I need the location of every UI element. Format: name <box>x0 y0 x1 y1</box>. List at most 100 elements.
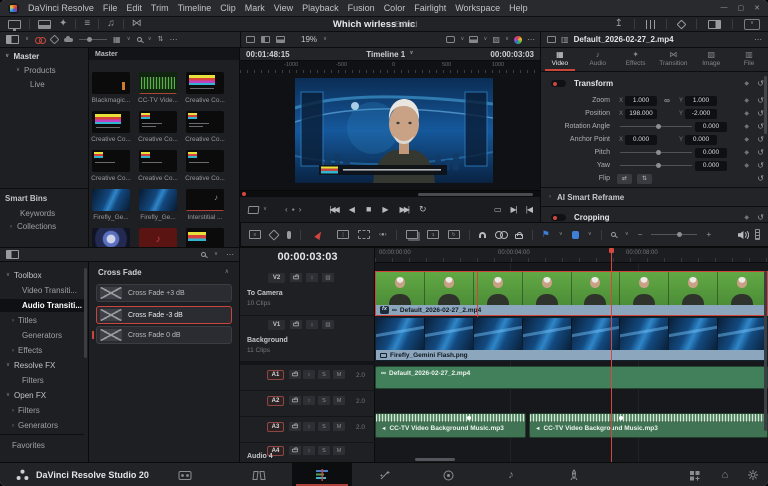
effects-options-icon[interactable]: ⋯ <box>226 250 234 259</box>
page-deliver-button[interactable] <box>561 466 587 484</box>
safe-area-caret-icon[interactable]: ∨ <box>460 36 464 43</box>
track-badge-a3[interactable]: A3 <box>267 422 284 432</box>
media-clip-thumbnail[interactable] <box>139 111 177 133</box>
timeline-clip-a3-1[interactable]: ◄ CC-TV Video Background Music.mp3 <box>375 413 526 438</box>
viewer-zoom-level[interactable]: 19% <box>301 35 317 44</box>
search-caret-icon[interactable]: ∨ <box>148 36 152 43</box>
track-name-v2[interactable]: To Camera <box>247 290 283 297</box>
flip-horizontal-button[interactable]: ⇄ <box>617 173 632 184</box>
viewer-zoom-scrollbar[interactable] <box>418 193 533 196</box>
zoom-out-icon[interactable]: − <box>638 230 643 239</box>
zoom-x-input[interactable]: 1.000 <box>625 95 657 106</box>
transform-section-title[interactable]: Transform <box>574 79 613 88</box>
track-solo-button[interactable]: S <box>318 446 330 455</box>
media-clip-thumbnail[interactable] <box>92 189 130 211</box>
marker-icon[interactable] <box>571 230 579 239</box>
jog-right-icon[interactable]: › <box>299 205 302 214</box>
reset-icon[interactable]: ↺ <box>757 174 764 183</box>
volume-keyframe-dot[interactable] <box>619 416 623 420</box>
track-badge-a2[interactable]: A2 <box>267 396 284 406</box>
fx-tree-resolve-filters[interactable]: Filters <box>22 374 44 387</box>
fx-tree-video-transitions[interactable]: Video Transiti... <box>22 284 77 297</box>
media-clip-thumbnail[interactable] <box>186 111 224 133</box>
volume-keyframe-dot[interactable] <box>467 416 471 420</box>
timeline-content[interactable]: 00:00:00:00 00:00:04:00 00:00:08:00 fx ∞ <box>375 248 768 462</box>
anchor-y-input[interactable]: 0.000 <box>685 134 717 145</box>
goto-in-icon[interactable]: |◀ <box>526 205 533 214</box>
tab-transition[interactable]: ⋈ Transition <box>654 48 692 71</box>
gang-caret-icon[interactable]: ∨ <box>263 206 267 213</box>
track-solo-button[interactable]: S <box>318 422 330 431</box>
rotation-slider[interactable] <box>620 124 692 129</box>
page-media-button[interactable] <box>172 466 198 484</box>
media-pool-options-icon[interactable]: ⋯ <box>170 35 178 44</box>
media-clip-thumbnail[interactable] <box>92 111 130 133</box>
step-back-button[interactable]: ◀ <box>349 205 355 214</box>
edit-index-icon[interactable]: ≡ <box>84 19 90 29</box>
quick-export-icon[interactable]: ↥ <box>615 19 623 29</box>
relink-media-icon[interactable] <box>35 36 47 44</box>
fx-tree-scrollbar[interactable] <box>84 268 87 358</box>
timeline-h-scrollbar[interactable] <box>415 458 455 461</box>
zoom-tool-caret-icon[interactable]: ∨ <box>625 231 629 238</box>
grid-view-icon[interactable]: ▦ <box>113 35 121 44</box>
home-icon[interactable]: ⌂ <box>712 466 738 484</box>
media-pool-panel-toggle-icon[interactable] <box>6 35 19 44</box>
position-x-input[interactable]: 198.000 <box>625 108 657 119</box>
sort-icon[interactable]: ⇅ <box>158 36 164 43</box>
menu-timeline[interactable]: Timeline <box>178 3 212 13</box>
fx-tree-openfx-generators[interactable]: › Generators <box>12 419 58 432</box>
media-clip-thumbnail[interactable] <box>186 150 224 172</box>
track-enable-icon[interactable]: ▥ <box>322 320 334 329</box>
transform-enable-toggle[interactable] <box>551 80 566 87</box>
track-enable-icon[interactable]: ▥ <box>322 273 334 282</box>
menu-mark[interactable]: Mark <box>245 3 265 13</box>
skip-forward-button[interactable]: ▶▶| <box>400 205 410 214</box>
track-badge-v2[interactable]: V2 <box>268 273 285 283</box>
yaw-input[interactable]: 0.000 <box>695 160 727 171</box>
menu-view[interactable]: View <box>274 3 293 13</box>
search-icon[interactable] <box>136 37 142 42</box>
flag-icon[interactable]: ⚑ <box>542 229 550 240</box>
fx-tree-open-fx[interactable]: ∨ Open FX <box>6 389 46 402</box>
voiceover-mic-icon[interactable] <box>287 230 291 239</box>
reset-icon[interactable]: ↺ <box>757 148 764 157</box>
track-lock-icon[interactable] <box>289 396 301 405</box>
viewer-mode-1-icon[interactable] <box>246 36 255 43</box>
fx-tree-toolbox[interactable]: ∨ Toolbox <box>6 269 42 282</box>
track-badge-a1[interactable]: A1 <box>267 370 284 380</box>
dynamic-trim-tool[interactable]: ‹●› <box>379 232 387 238</box>
transform-mode-icon[interactable]: ▨ <box>492 35 500 44</box>
effects-search-caret-icon[interactable]: ∨ <box>214 251 218 258</box>
track-auto-select-icon[interactable]: ↕ <box>303 422 315 431</box>
reset-icon[interactable]: ↺ <box>757 161 764 170</box>
menu-file[interactable]: File <box>103 3 118 13</box>
settings-gear-icon[interactable] <box>740 466 766 484</box>
viewer-canvas[interactable]: -1000 -500 0 500 1000 <box>240 61 540 190</box>
track-solo-button[interactable]: S <box>318 370 330 379</box>
viewer-mode-3-icon[interactable] <box>276 36 285 43</box>
timeline-select-caret-icon[interactable]: ∨ <box>409 51 413 57</box>
track-badge-v1[interactable]: V1 <box>268 320 285 330</box>
keyframe-icon[interactable]: ◆ <box>744 110 749 117</box>
cloud-sync-icon[interactable] <box>64 35 74 42</box>
page-fusion-button[interactable] <box>372 466 398 484</box>
play-button[interactable]: ▶ <box>382 205 388 214</box>
sound-library-icon[interactable]: ♫ <box>107 19 115 29</box>
page-edit-button-selected[interactable] <box>292 463 352 486</box>
smart-bin-collections[interactable]: › Collections <box>0 220 88 233</box>
transform-caret-icon[interactable]: ∨ <box>505 36 509 43</box>
position-y-input[interactable]: -2.000 <box>685 108 717 119</box>
timeline-clip-v2[interactable]: fx ∞ Default_2026-02-27_2.mp4 <box>375 271 768 317</box>
track-auto-select-icon[interactable]: ↕ <box>306 273 318 282</box>
tab-file[interactable]: ▥ File <box>730 48 768 71</box>
viewer-mode-2-icon[interactable] <box>261 36 270 43</box>
track-mute-button[interactable]: M <box>333 370 345 379</box>
ai-reframe-chevron-icon[interactable]: › <box>549 194 551 200</box>
media-clip-thumbnail[interactable] <box>186 228 224 247</box>
bin-master[interactable]: ∨ Master <box>0 50 88 63</box>
keyframe-icon[interactable]: ◆ <box>744 97 749 104</box>
crossfade-zero-item[interactable]: Cross Fade 0 dB <box>96 326 232 344</box>
menu-playback[interactable]: Playback <box>302 3 339 13</box>
cropping-enable-toggle[interactable] <box>551 214 566 221</box>
